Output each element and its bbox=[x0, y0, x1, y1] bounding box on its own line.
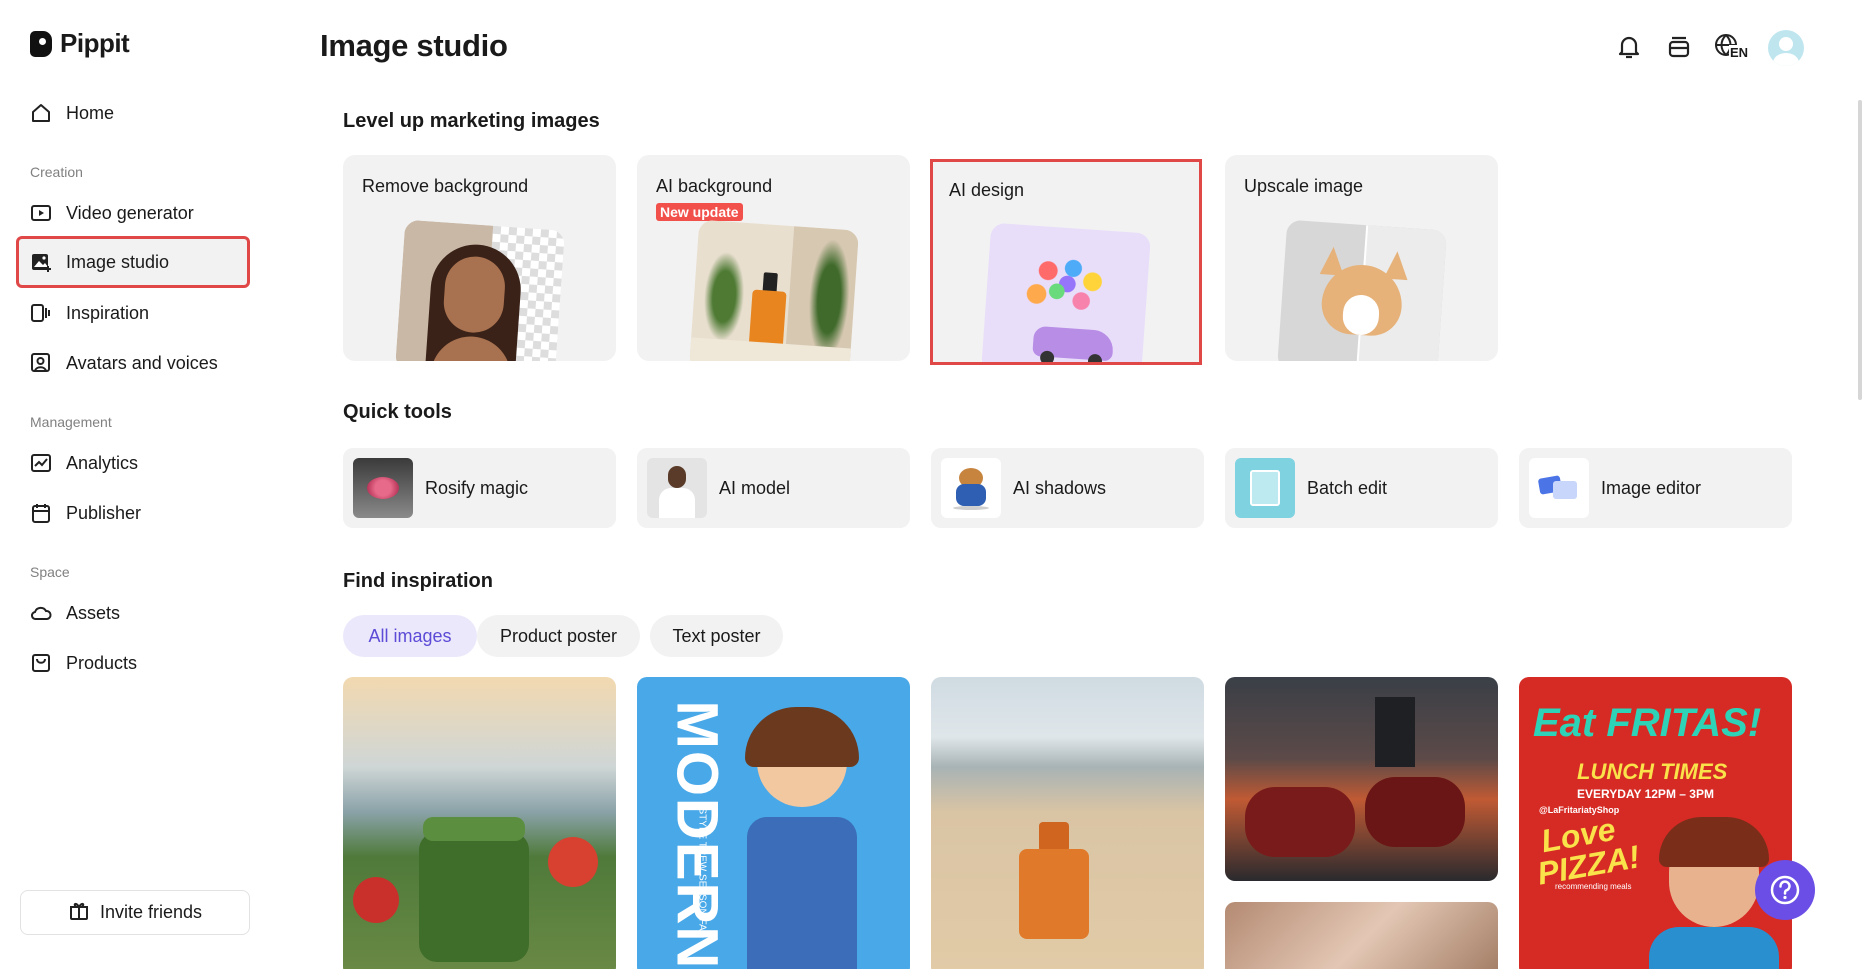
rosify-magic-label: Rosify magic bbox=[425, 477, 529, 498]
image-studio-icon bbox=[30, 251, 52, 273]
nav-avatars-label: Avatars and voices bbox=[66, 352, 218, 373]
ai-shadows-thumbnail bbox=[941, 458, 1001, 518]
section-management: Management bbox=[30, 414, 112, 430]
remove-background-preview bbox=[394, 219, 565, 361]
ai-model-thumbnail bbox=[647, 458, 707, 518]
inspiration-icon bbox=[30, 302, 52, 324]
section-heading-find-inspiration: Find inspiration bbox=[343, 570, 493, 592]
nav-analytics-label: Analytics bbox=[66, 452, 139, 473]
user-avatar[interactable] bbox=[1768, 30, 1804, 66]
ai-background-card[interactable]: AI background New update bbox=[637, 155, 910, 361]
video-generator-icon bbox=[30, 202, 52, 224]
section-heading-level-up: Level up marketing images bbox=[343, 110, 600, 132]
home-icon bbox=[30, 102, 52, 124]
notification-bell-icon[interactable] bbox=[1614, 32, 1644, 62]
page-scrollbar[interactable] bbox=[1858, 100, 1862, 400]
batch-edit-label: Batch edit bbox=[1307, 477, 1388, 498]
filter-product-poster[interactable]: Product poster bbox=[477, 615, 640, 657]
fritas-lunch: LUNCH TIMES bbox=[1577, 759, 1728, 784]
ai-shadows-label: AI shadows bbox=[1013, 477, 1107, 498]
section-creation: Creation bbox=[30, 164, 83, 180]
quick-tool-batch-edit[interactable]: Batch edit bbox=[1225, 448, 1498, 528]
batch-edit-thumbnail bbox=[1235, 458, 1295, 518]
product-bag-icon bbox=[30, 652, 52, 674]
nav-inspiration-label: Inspiration bbox=[66, 302, 150, 323]
page-title: Image studio bbox=[320, 28, 508, 63]
nav-assets-label: Assets bbox=[66, 602, 121, 623]
modern-poster-sub: STYLE TREW SEASON FA bbox=[696, 807, 708, 931]
filter-all-images[interactable]: All images bbox=[343, 615, 477, 657]
ai-model-label: AI model bbox=[719, 477, 791, 498]
logo[interactable]: Pippit bbox=[30, 28, 130, 59]
subscription-icon[interactable] bbox=[1664, 32, 1694, 62]
pippit-logo-icon bbox=[30, 30, 52, 57]
avatar-voice-icon bbox=[30, 352, 52, 374]
gallery-image-motorbikes[interactable] bbox=[1225, 677, 1498, 881]
gallery-image-modern-poster[interactable]: MODERN STYLE TREW SEASON FA bbox=[637, 677, 910, 969]
fritas-everyday: EVERYDAY 12PM – 3PM bbox=[1577, 787, 1714, 801]
new-update-badge: New update bbox=[656, 203, 743, 221]
remove-background-title: Remove background bbox=[362, 176, 529, 196]
nav-home-label: Home bbox=[66, 102, 115, 123]
ai-background-preview bbox=[688, 219, 859, 361]
logo-text: Pippit bbox=[60, 28, 130, 58]
gift-icon bbox=[68, 899, 90, 926]
remove-background-card[interactable]: Remove background bbox=[343, 155, 616, 361]
fritas-title: Eat FRITAS! bbox=[1533, 701, 1762, 745]
nav-assets[interactable]: Assets bbox=[16, 587, 250, 639]
nav-image-studio-label: Image studio bbox=[66, 251, 170, 272]
help-button[interactable] bbox=[1755, 860, 1815, 920]
invite-friends-button[interactable]: Invite friends bbox=[20, 890, 250, 935]
nav-video-generator-label: Video generator bbox=[66, 202, 194, 223]
ai-design-title: AI design bbox=[949, 180, 1025, 200]
gallery-image-fabric[interactable] bbox=[1225, 902, 1498, 969]
upscale-image-card[interactable]: Upscale image bbox=[1225, 155, 1498, 361]
nav-avatars-and-voices[interactable]: Avatars and voices bbox=[16, 337, 250, 389]
gallery-image-fritas-poster[interactable]: Eat FRITAS! LUNCH TIMES EVERYDAY 12PM – … bbox=[1519, 677, 1792, 969]
nav-inspiration[interactable]: Inspiration bbox=[16, 287, 250, 339]
quick-tool-ai-model[interactable]: AI model bbox=[637, 448, 910, 528]
nav-publisher-label: Publisher bbox=[66, 502, 142, 523]
nav-products-label: Products bbox=[66, 652, 138, 673]
nav-products[interactable]: Products bbox=[16, 637, 250, 689]
ai-design-preview bbox=[980, 222, 1152, 362]
gallery-image-perfume-beach[interactable] bbox=[931, 677, 1204, 969]
analytics-icon bbox=[30, 452, 52, 474]
ai-background-title: AI background bbox=[656, 176, 773, 196]
filter-text-poster[interactable]: Text poster bbox=[650, 615, 783, 657]
gallery-image-matcha-jar[interactable] bbox=[343, 677, 616, 969]
image-editor-thumbnail bbox=[1529, 458, 1589, 518]
fritas-recommending: recommending meals bbox=[1555, 882, 1632, 891]
nav-image-studio[interactable]: Image studio bbox=[16, 236, 250, 288]
nav-publisher[interactable]: Publisher bbox=[16, 487, 250, 539]
nav-analytics[interactable]: Analytics bbox=[16, 437, 250, 489]
language-code: EN bbox=[1729, 45, 1750, 60]
help-question-icon bbox=[1770, 875, 1800, 905]
language-globe-icon[interactable]: EN bbox=[1712, 32, 1752, 62]
nav-video-generator[interactable]: Video generator bbox=[16, 187, 250, 239]
section-heading-quick-tools: Quick tools bbox=[343, 401, 452, 423]
ai-design-card[interactable]: AI design bbox=[930, 159, 1202, 365]
calendar-icon bbox=[30, 502, 52, 524]
invite-friends-label: Invite friends bbox=[99, 902, 203, 922]
section-space: Space bbox=[30, 564, 70, 580]
cloud-icon bbox=[30, 602, 52, 624]
nav-home[interactable]: Home bbox=[16, 87, 250, 139]
quick-tool-image-editor[interactable]: Image editor bbox=[1519, 448, 1792, 528]
rosify-thumbnail bbox=[353, 458, 413, 518]
sidebar: Pippit Home Creation Video generator Ima… bbox=[0, 0, 270, 969]
upscale-image-preview bbox=[1276, 219, 1447, 361]
quick-tool-ai-shadows[interactable]: AI shadows bbox=[931, 448, 1204, 528]
image-editor-label: Image editor bbox=[1601, 477, 1702, 498]
quick-tool-rosify-magic[interactable]: Rosify magic bbox=[343, 448, 616, 528]
upscale-image-title: Upscale image bbox=[1244, 176, 1364, 196]
